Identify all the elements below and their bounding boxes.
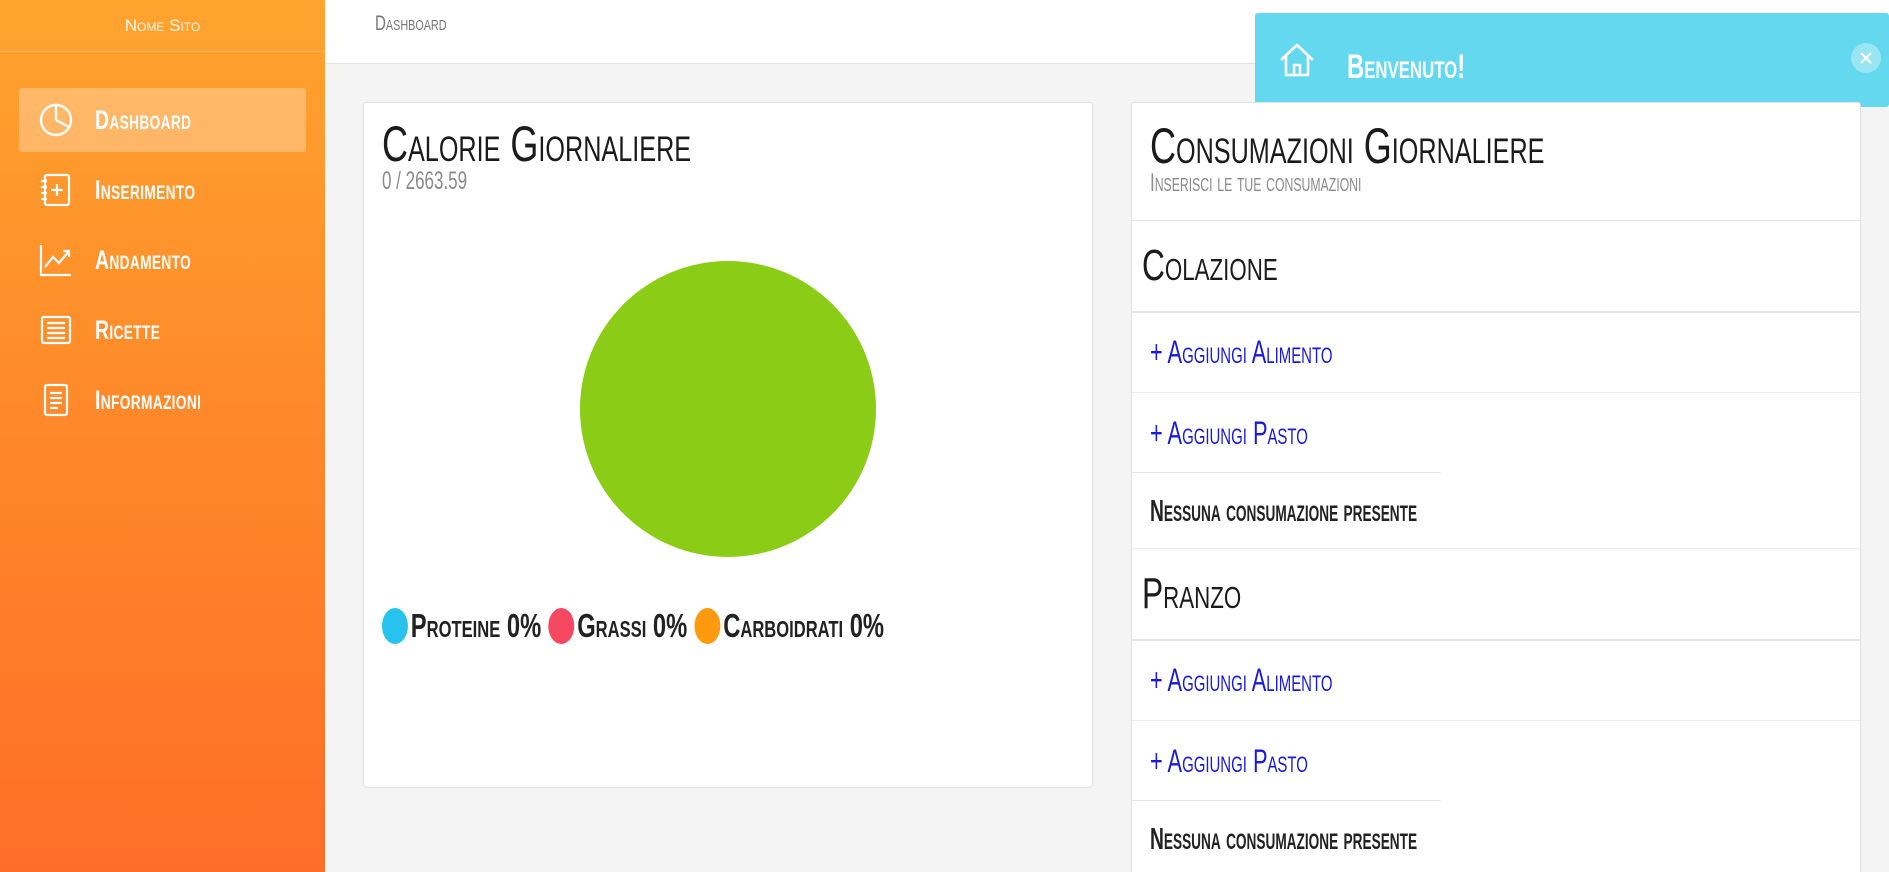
legend-swatch [382, 608, 408, 644]
brand-name[interactable]: Nome Sito [0, 0, 325, 52]
sidebar: Nome Sito Dashboard Inserimento Andament… [0, 0, 325, 872]
card-title: Calorie Giornaliere [382, 116, 692, 172]
legend-item[interactable]: Proteine 0% [382, 607, 541, 645]
recipe-book-icon [37, 311, 75, 349]
sidebar-item-label: Dashboard [95, 104, 192, 135]
add-food-button[interactable]: + Aggiungi Alimento [1132, 641, 1860, 721]
card-title: Consumazioni Giornaliere [1150, 118, 1545, 174]
empty-text: Nessuna consumazione presente [1150, 492, 1418, 528]
sidebar-item-informazioni[interactable]: Informazioni [19, 368, 306, 432]
pie-chart-icon [37, 101, 75, 139]
meal-section-title: Colazione [1132, 221, 1860, 313]
sidebar-item-label: Ricette [95, 314, 161, 345]
sidebar-item-dashboard[interactable]: Dashboard [19, 88, 306, 152]
chart-legend: Proteine 0% Grassi 0% Carboidrati 0% [382, 607, 891, 645]
sidebar-item-ricette[interactable]: Ricette [19, 298, 306, 362]
legend-label: Grassi 0% [577, 607, 688, 644]
trend-chart-icon [37, 241, 75, 279]
notebook-add-icon [37, 171, 75, 209]
pie-slice [580, 261, 876, 557]
add-food-label: + Aggiungi Alimento [1150, 662, 1333, 698]
empty-message: Nessuna consumazione presente [1132, 801, 1860, 872]
close-icon[interactable] [1851, 43, 1881, 73]
add-food-button[interactable]: + Aggiungi Alimento [1132, 313, 1860, 393]
consumi-card: Consumazioni Giornaliere Inserisci le tu… [1131, 102, 1861, 872]
meal-section-title: Pranzo [1132, 549, 1860, 641]
legend-swatch [548, 608, 575, 644]
section-title-text: Colazione [1142, 241, 1278, 290]
add-meal-label: + Aggiungi Pasto [1150, 414, 1308, 451]
add-meal-button[interactable]: + Aggiungi Pasto [1132, 393, 1860, 473]
calorie-count: 0 / 2663.59 [382, 167, 468, 195]
add-food-label: + Aggiungi Alimento [1150, 334, 1333, 370]
sidebar-item-label: Informazioni [95, 384, 202, 415]
card-subtitle: Inserisci le tue consumazioni [1150, 169, 1362, 197]
legend-item[interactable]: Carboidrati 0% [694, 607, 884, 645]
legend-item[interactable]: Grassi 0% [548, 607, 687, 645]
breadcrumb[interactable]: Dashboard [375, 12, 447, 36]
section-title-text: Pranzo [1142, 569, 1242, 618]
document-icon [37, 381, 75, 419]
toast-message: Benvenuto! [1347, 47, 1466, 86]
sidebar-item-inserimento[interactable]: Inserimento [19, 158, 306, 222]
welcome-toast: Benvenuto! [1255, 13, 1889, 107]
sidebar-item-label: Andamento [95, 244, 192, 275]
legend-label: Carboidrati 0% [723, 607, 885, 644]
add-meal-label: + Aggiungi Pasto [1150, 742, 1308, 779]
legend-swatch [694, 608, 721, 644]
add-meal-button[interactable]: + Aggiungi Pasto [1132, 721, 1860, 801]
empty-message: Nessuna consumazione presente [1132, 473, 1860, 549]
sidebar-item-label: Inserimento [95, 174, 196, 205]
sidebar-nav: Dashboard Inserimento Andamento Ricette … [0, 52, 325, 432]
sidebar-item-andamento[interactable]: Andamento [19, 228, 306, 292]
home-icon [1277, 40, 1317, 80]
calorie-card: Calorie Giornaliere 0 / 2663.59 Proteine… [363, 102, 1093, 788]
empty-text: Nessuna consumazione presente [1150, 820, 1418, 856]
macro-pie-chart [580, 261, 876, 557]
legend-label: Proteine 0% [410, 607, 542, 644]
